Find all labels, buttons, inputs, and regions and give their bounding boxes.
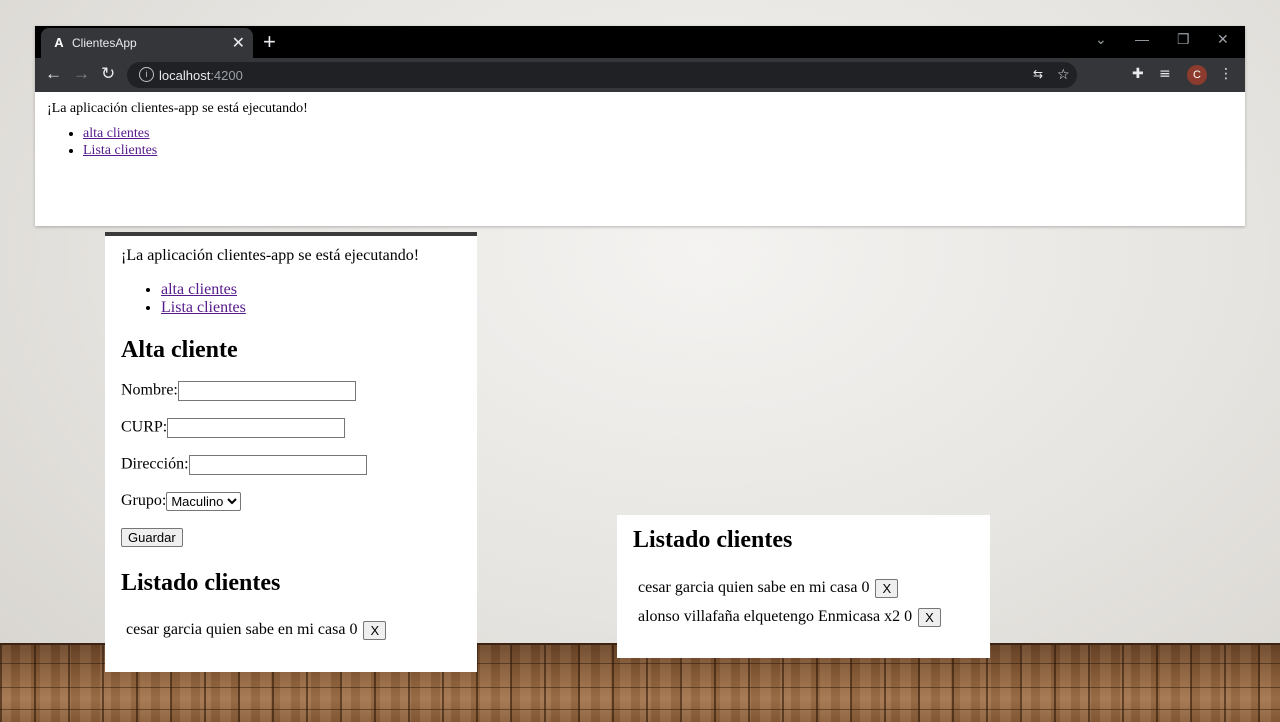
close-window-icon[interactable]: ✕ — [1217, 31, 1229, 48]
list-item: alonso villafaña elquetengo Enmicasa x2 … — [638, 608, 941, 627]
browser-page: ¡La aplicación clientes-app se está ejec… — [35, 92, 1245, 226]
tab-title: ClientesApp — [72, 36, 137, 50]
curp-label: CURP: — [121, 418, 168, 436]
menu-icon[interactable]: ⋮ — [1219, 66, 1233, 82]
form-title: Alta cliente — [121, 337, 238, 363]
back-icon[interactable]: ← — [45, 64, 62, 84]
grupo-select[interactable]: Maculino — [166, 492, 242, 511]
reload-icon[interactable]: ↻ — [101, 64, 115, 84]
link-alta-clientes[interactable]: alta clientes — [83, 126, 149, 141]
translate-icon[interactable]: ⇆ — [1033, 67, 1043, 81]
bookmark-star-icon[interactable]: ☆ — [1057, 67, 1070, 83]
delete-client-button[interactable]: X — [918, 608, 941, 627]
reading-list-icon[interactable]: ≡ — [1159, 66, 1171, 82]
link-lista-clientes[interactable]: Lista clientes — [161, 299, 246, 316]
nav-links: alta clientes Lista clientes — [121, 281, 246, 317]
angular-icon: A — [54, 35, 64, 50]
direccion-label: Dirección: — [121, 455, 189, 473]
address-bar[interactable]: i localhost:4200 ⇆ ☆ — [127, 62, 1077, 88]
profile-avatar[interactable]: C — [1187, 65, 1207, 85]
browser-toolbar: ← → ↻ i localhost:4200 ⇆ ☆ ✚ ≡ C ⋮ — [35, 58, 1245, 92]
alta-cliente-panel: ¡La aplicación clientes-app se está ejec… — [105, 232, 477, 672]
nombre-input[interactable] — [177, 381, 356, 401]
url-port: :4200 — [210, 68, 243, 83]
listado-clientes-panel: Listado clientes cesar garcia quien sabe… — [617, 515, 990, 658]
delete-client-button[interactable]: X — [363, 621, 387, 640]
extensions-icon[interactable]: ✚ — [1132, 66, 1144, 82]
client-text: cesar garcia quien sabe en mi casa 0 — [638, 579, 870, 597]
browser-tab[interactable]: A ClientesApp ✕ — [41, 28, 253, 58]
app-running-message: ¡La aplicación clientes-app se está ejec… — [47, 101, 308, 116]
close-tab-icon[interactable]: ✕ — [232, 33, 245, 53]
grupo-label: Grupo: — [121, 492, 167, 510]
curp-row: CURP: — [121, 418, 346, 438]
list-title: Listado clientes — [633, 527, 793, 553]
list-item: cesar garcia quien sabe en mi casa 0 X — [638, 579, 899, 598]
direccion-row: Dirección: — [121, 455, 367, 475]
link-alta-clientes[interactable]: alta clientes — [161, 281, 237, 298]
nav-links: alta clientes Lista clientes — [43, 125, 157, 159]
link-lista-clientes[interactable]: Lista clientes — [83, 143, 157, 158]
delete-client-button[interactable]: X — [875, 579, 899, 598]
nombre-row: Nombre: — [121, 381, 356, 401]
client-text: alonso villafaña elquetengo Enmicasa x2 … — [638, 608, 913, 626]
nombre-label: Nombre: — [121, 381, 178, 399]
site-info-icon[interactable]: i — [139, 67, 154, 82]
browser-window: A ClientesApp ✕ + ⌄ — ❐ ✕ ← → ↻ i localh… — [35, 26, 1245, 226]
grupo-row: Grupo: Maculino — [121, 492, 242, 511]
app-running-message: ¡La aplicación clientes-app se está ejec… — [121, 247, 420, 264]
client-text: cesar garcia quien sabe en mi casa 0 — [126, 621, 358, 639]
tab-search-icon[interactable]: ⌄ — [1095, 31, 1107, 48]
browser-titlebar: A ClientesApp ✕ + ⌄ — ❐ ✕ — [35, 26, 1245, 58]
list-item: cesar garcia quien sabe en mi casa 0 X — [126, 621, 387, 640]
url-host: localhost — [159, 68, 211, 83]
direccion-input[interactable] — [188, 455, 367, 475]
forward-icon[interactable]: → — [73, 64, 90, 84]
restore-icon[interactable]: ❐ — [1177, 31, 1190, 48]
new-tab-icon[interactable]: + — [263, 29, 276, 55]
minimize-icon[interactable]: — — [1135, 31, 1149, 47]
list-title: Listado clientes — [121, 570, 281, 596]
save-button[interactable]: Guardar — [121, 528, 183, 547]
curp-input[interactable] — [167, 418, 346, 438]
